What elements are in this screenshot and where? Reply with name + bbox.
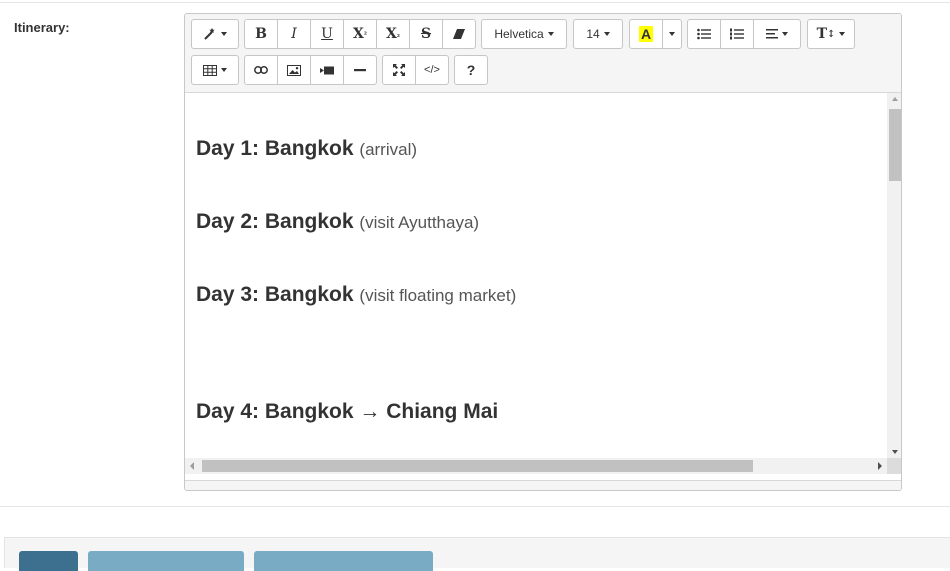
- rich-text-editor: B I U X² X₂ S Helvetica 14 A T ↕ </> ? D…: [184, 13, 902, 491]
- paragraph-align-dropdown[interactable]: [753, 19, 801, 49]
- day-note: (visit Ayutthaya): [359, 213, 480, 232]
- table-icon: [203, 64, 217, 76]
- fullscreen-button[interactable]: [382, 55, 416, 85]
- day-title: Day 3: Bangkok: [196, 283, 354, 306]
- text-color-button[interactable]: A: [629, 19, 663, 49]
- scroll-right-arrow-icon[interactable]: [878, 462, 882, 470]
- eraser-button[interactable]: [442, 19, 476, 49]
- tertiary-action-button[interactable]: [254, 551, 433, 571]
- line-height-dropdown[interactable]: T ↕: [807, 19, 855, 49]
- vertical-scrollbar[interactable]: [887, 93, 901, 458]
- unordered-list-button[interactable]: [687, 19, 721, 49]
- eraser-icon: [453, 29, 465, 39]
- primary-action-button[interactable]: [19, 551, 78, 571]
- editor-resize-bar[interactable]: [185, 480, 901, 490]
- itinerary-label: Itinerary:: [14, 20, 70, 35]
- subscript-button[interactable]: X₂: [376, 19, 410, 49]
- day-note: (arrival): [359, 140, 418, 159]
- line-height-arrow-icon: ↕: [827, 28, 836, 40]
- picture-button[interactable]: [277, 55, 311, 85]
- code-view-button[interactable]: </>: [415, 55, 449, 85]
- link-button[interactable]: [244, 55, 278, 85]
- strikethrough-button[interactable]: S: [409, 19, 443, 49]
- superscript-mark-icon: ²: [363, 29, 367, 39]
- text-color-label: A: [638, 26, 654, 42]
- unordered-list-icon: [697, 28, 711, 40]
- scroll-left-arrow-icon[interactable]: [190, 462, 194, 470]
- day-line: Day 3: Bangkok (visit floating market): [196, 283, 516, 307]
- help-button[interactable]: ?: [454, 55, 488, 85]
- font-family-dropdown[interactable]: Helvetica: [481, 19, 567, 49]
- day-title: Day 4: Bangkok → Chiang Mai: [196, 400, 499, 423]
- bottom-divider: [0, 506, 950, 507]
- superscript-label: X: [353, 26, 364, 42]
- font-size-dropdown[interactable]: 14: [573, 19, 623, 49]
- align-icon: [766, 29, 778, 39]
- day-line: Day 2: Bangkok (visit Ayutthaya): [196, 210, 479, 234]
- secondary-action-button[interactable]: [88, 551, 244, 571]
- day-title: Day 2: Bangkok: [196, 210, 354, 233]
- day-line: Day 4: Bangkok → Chiang Mai: [196, 400, 498, 424]
- style-dropdown[interactable]: [191, 19, 239, 49]
- vertical-scroll-thumb[interactable]: [889, 109, 901, 181]
- font-family-value: Helvetica: [494, 27, 544, 41]
- top-divider: [0, 2, 950, 3]
- table-dropdown[interactable]: [191, 55, 239, 85]
- scrollbar-corner: [887, 458, 901, 474]
- ordered-list-button[interactable]: [720, 19, 754, 49]
- ordered-list-icon: [730, 28, 744, 40]
- subscript-mark-icon: ₂: [396, 29, 400, 39]
- superscript-button[interactable]: X²: [343, 19, 377, 49]
- subscript-label: X: [386, 26, 397, 42]
- horizontal-rule-icon: [354, 68, 366, 71]
- italic-button[interactable]: I: [277, 19, 311, 49]
- scroll-down-arrow-icon[interactable]: [892, 450, 898, 454]
- day-note: (visit floating market): [359, 286, 517, 305]
- horizontal-scroll-thumb[interactable]: [202, 460, 753, 472]
- editor-toolbar: B I U X² X₂ S Helvetica 14 A T ↕ </> ?: [185, 14, 901, 93]
- link-icon: [254, 66, 268, 74]
- editor-content[interactable]: Day 1: Bangkok (arrival) Day 2: Bangkok …: [185, 93, 887, 458]
- underline-button[interactable]: U: [310, 19, 344, 49]
- day-line: Day 1: Bangkok (arrival): [196, 137, 417, 161]
- form-actions-bar: [4, 537, 950, 571]
- video-icon: [320, 66, 334, 74]
- video-button[interactable]: [310, 55, 344, 85]
- line-height-label: T: [816, 26, 828, 42]
- horizontal-rule-button[interactable]: [343, 55, 377, 85]
- bold-button[interactable]: B: [244, 19, 278, 49]
- text-color-dropdown[interactable]: [662, 19, 682, 49]
- horizontal-scrollbar[interactable]: [185, 458, 887, 474]
- scroll-up-arrow-icon[interactable]: [892, 97, 898, 101]
- magic-wand-icon: [204, 27, 215, 40]
- fullscreen-icon: [393, 64, 405, 76]
- font-size-value: 14: [586, 27, 600, 41]
- day-title: Day 1: Bangkok: [196, 137, 354, 160]
- picture-icon: [287, 64, 301, 76]
